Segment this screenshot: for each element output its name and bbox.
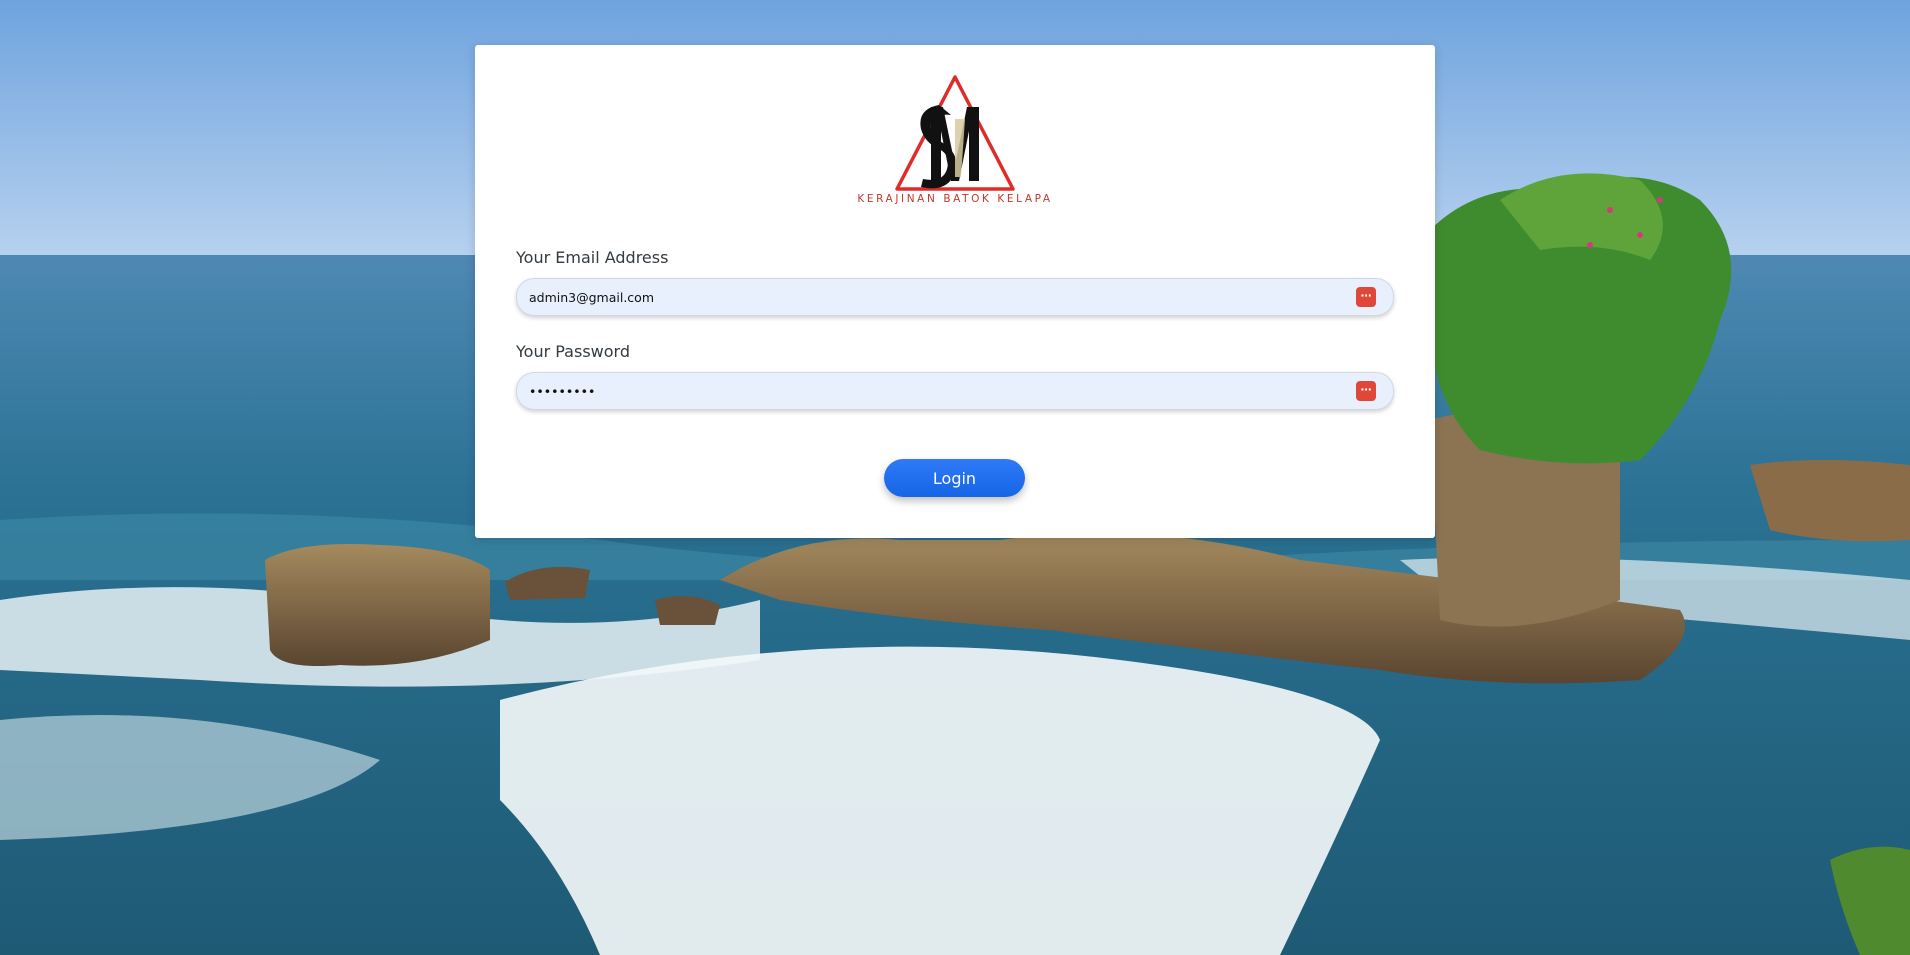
password-field-wrapper: ··· — [516, 372, 1394, 410]
email-label: Your Email Address — [516, 248, 669, 267]
password-label: Your Password — [516, 342, 630, 361]
email-input[interactable] — [529, 279, 1349, 315]
login-card: KERAJINAN BATOK KELAPA Your Email Addres… — [475, 45, 1435, 538]
email-field-wrapper: ··· — [516, 278, 1394, 316]
password-manager-icon[interactable]: ··· — [1356, 287, 1376, 307]
password-manager-icon[interactable]: ··· — [1356, 381, 1376, 401]
login-button[interactable]: Login — [884, 459, 1025, 497]
password-input[interactable] — [529, 373, 1349, 409]
logo-tagline: KERAJINAN BATOK KELAPA — [857, 193, 1053, 205]
